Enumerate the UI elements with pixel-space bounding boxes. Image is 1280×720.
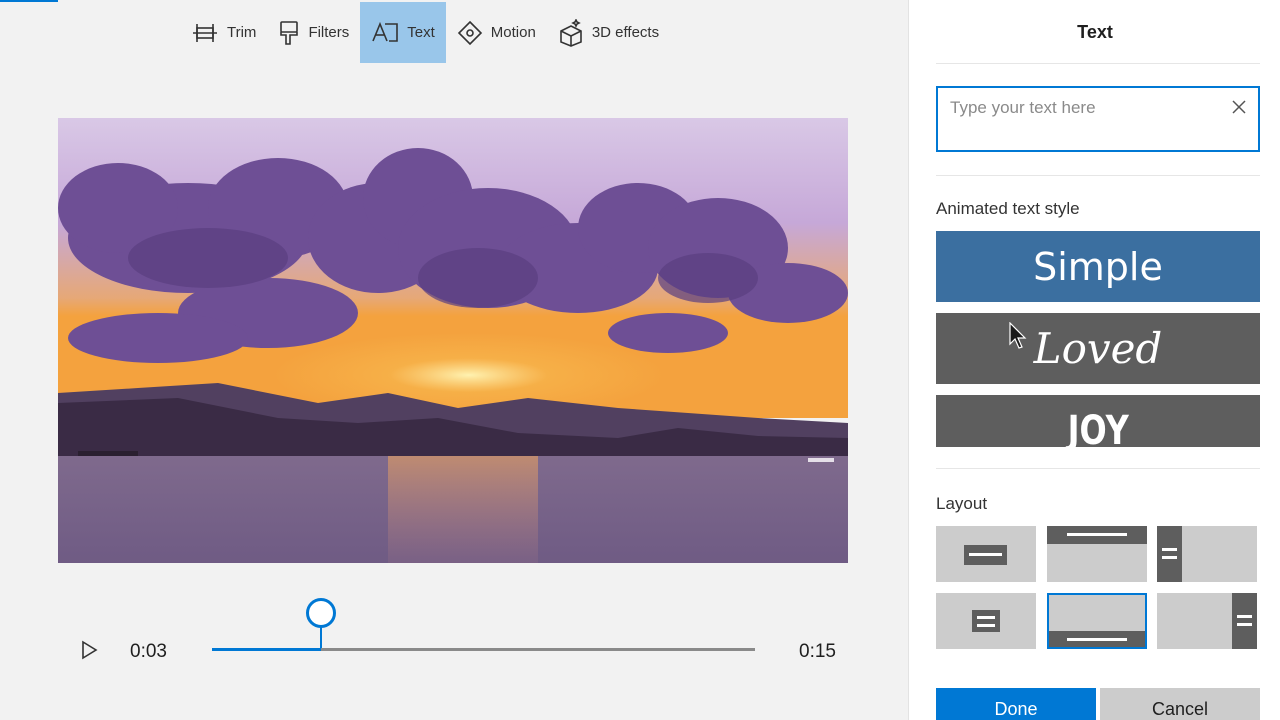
layout-right[interactable]: [1157, 593, 1257, 649]
tool-text[interactable]: Text: [360, 2, 446, 63]
style-joy[interactable]: JOY: [936, 395, 1260, 447]
animated-text-style-label: Animated text style: [936, 199, 1080, 218]
layout-bottom[interactable]: [1047, 593, 1147, 649]
mouse-pointer-icon: [1009, 322, 1027, 349]
text-input[interactable]: [950, 96, 1220, 120]
sunset-video-frame: [58, 118, 848, 563]
layout-label: Layout: [936, 494, 988, 513]
tool-motion-label: Motion: [490, 24, 536, 41]
divider: [936, 468, 1260, 469]
seek-handle-stem: [320, 626, 322, 648]
layout-left[interactable]: [1157, 526, 1257, 582]
layout-center-small[interactable]: [936, 593, 1036, 649]
style-simple-label: Simple: [1033, 244, 1163, 289]
seek-bar[interactable]: [212, 648, 755, 651]
motion-icon: [457, 20, 482, 45]
tool-motion[interactable]: Motion: [446, 2, 547, 63]
editor-area: Trim Filters Text Motion 3D effects 0:03…: [0, 0, 908, 720]
tool-3d-effects-label: 3D effects: [591, 24, 660, 41]
trim-icon: [193, 23, 217, 42]
layout-center[interactable]: [936, 526, 1036, 582]
play-icon[interactable]: [80, 640, 98, 660]
tool-3d-effects[interactable]: 3D effects: [547, 2, 670, 63]
tool-trim[interactable]: Trim: [180, 2, 267, 63]
style-simple[interactable]: Simple: [936, 231, 1260, 302]
cancel-button[interactable]: Cancel: [1100, 688, 1260, 720]
done-button[interactable]: Done: [936, 688, 1096, 720]
panel-title: Text: [1077, 22, 1113, 42]
seek-bar-progress: [212, 648, 321, 651]
style-loved-label: Loved: [1033, 324, 1163, 373]
divider: [936, 175, 1260, 176]
style-joy-label: JOY: [1067, 408, 1129, 447]
toolbar: Trim Filters Text Motion 3D effects: [180, 2, 670, 63]
current-time: 0:03: [130, 641, 167, 662]
video-preview[interactable]: [58, 118, 848, 563]
filters-icon: [280, 20, 299, 45]
layout-top[interactable]: [1047, 526, 1147, 582]
total-time: 0:15: [799, 641, 836, 662]
close-icon[interactable]: [1232, 100, 1246, 114]
text-icon: [372, 21, 399, 42]
divider: [936, 63, 1260, 64]
style-loved[interactable]: Loved: [936, 313, 1260, 384]
tool-text-label: Text: [407, 24, 435, 41]
3d-effects-icon: [560, 18, 582, 47]
seek-handle[interactable]: [306, 598, 336, 628]
playback-controls: 0:03 0:15: [58, 590, 848, 680]
tool-filters[interactable]: Filters: [267, 2, 360, 63]
tool-filters-label: Filters: [308, 24, 350, 41]
top-accent-line: [0, 0, 58, 2]
tool-trim-label: Trim: [227, 24, 257, 41]
text-input-box: [936, 86, 1260, 152]
text-panel: Text Animated text style Simple Loved JO…: [908, 0, 1280, 720]
